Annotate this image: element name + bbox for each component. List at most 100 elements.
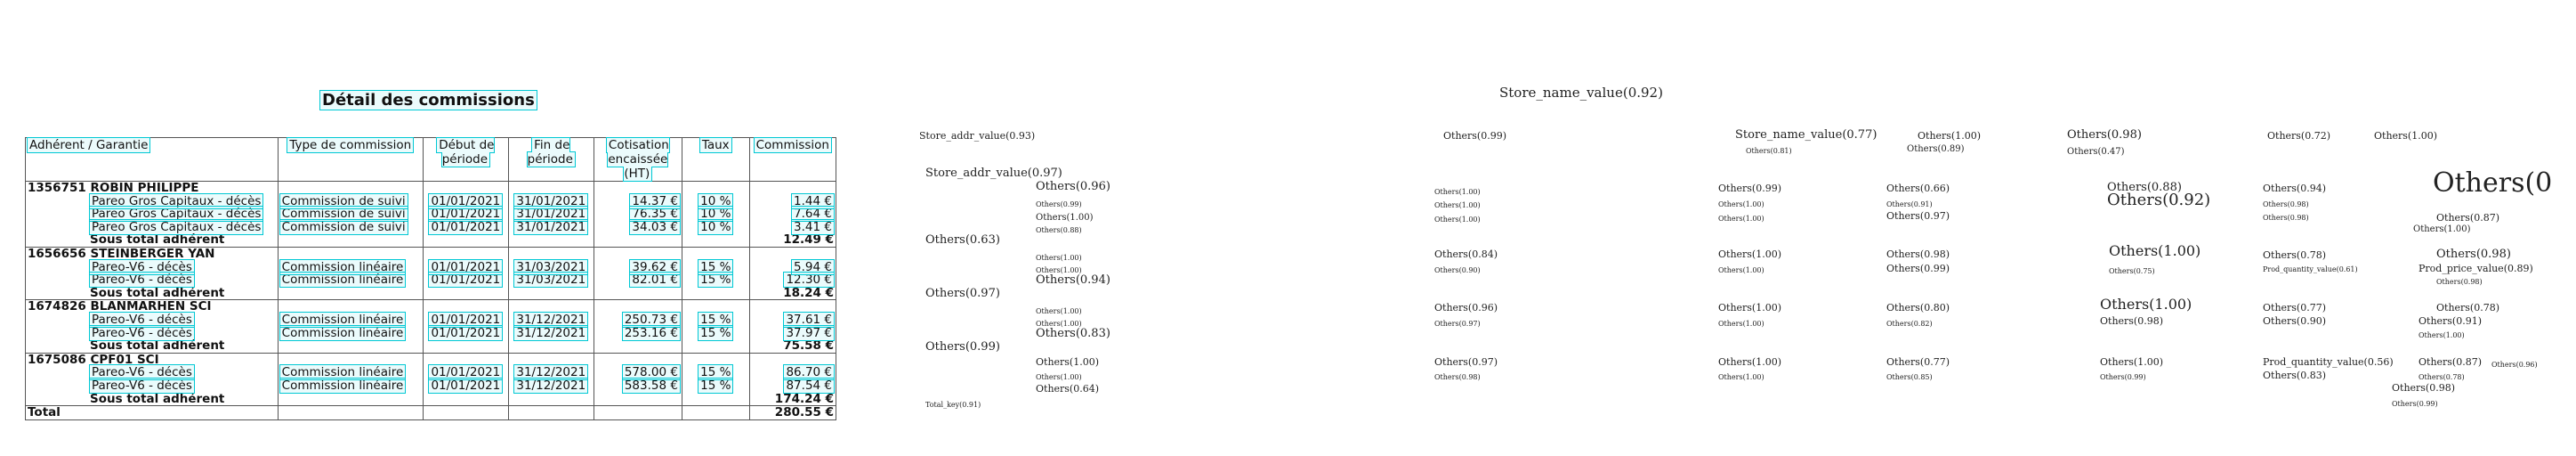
prediction-label: Prod_price_value(0.89) (2419, 263, 2533, 274)
prediction-label: Others(0.80) (1886, 302, 1950, 314)
prediction-label: Others(0.98) (1886, 248, 1950, 260)
prediction-label: Others(0.96) (2491, 361, 2538, 369)
prediction-label: Others(0.78) (2419, 373, 2465, 381)
subtotal-row: Sous total adhérent 75.58 € (25, 339, 837, 354)
empty-cell (593, 233, 682, 248)
empty-cell (681, 181, 750, 195)
prediction-label: Others(0.88) (1036, 226, 1082, 234)
empty-cell (422, 181, 509, 195)
table-cell: 37.61 € (748, 311, 837, 328)
subtotal-value: 174.24 € (748, 392, 837, 407)
subtotal-row: Sous total adhérent 174.24 € (25, 392, 837, 407)
prediction-label: Others(0.64) (1036, 383, 1100, 395)
prediction-label: Others(0.99) (2392, 400, 2438, 408)
member-name: 1674826 BLANMARHEN SCI (25, 299, 279, 314)
empty-cell (277, 233, 424, 248)
column-header-label: Type de commission (287, 137, 415, 153)
prediction-label: Others(1.00) (1718, 302, 1782, 314)
cell-value: 01/01/2021 (428, 324, 504, 341)
empty-cell (277, 286, 424, 301)
cell-value: Commission linéaire (279, 364, 407, 381)
prediction-label: Store_name_value(0.92) (1499, 85, 1663, 101)
prediction-label: Others(1.00) (1434, 188, 1481, 196)
cell-value: 10 % (698, 218, 734, 235)
cell-value: 578.00 € (621, 364, 681, 381)
table-cell: 578.00 € (593, 364, 682, 381)
table-cell: Commission linéaire (277, 258, 424, 275)
prediction-label: Others(1.00) (1434, 216, 1481, 224)
prediction-label: Others(1.00) (1718, 266, 1764, 274)
table-cell: 14.37 € (593, 192, 682, 209)
member-row: 1656656 STEINBERGER YAN (25, 247, 837, 261)
table-cell: 34.03 € (593, 218, 682, 235)
table-header-row: Adhérent / Garantie Type de commission Déb… (25, 137, 837, 182)
table-cell: 583.58 € (593, 377, 682, 394)
empty-cell (681, 405, 750, 420)
subtotal-label: Sous total adhérent (25, 233, 279, 248)
prediction-label: Total_key(0.91) (925, 401, 981, 409)
prediction-label: Others(1.00) (1036, 254, 1082, 262)
member-row: 1356751 ROBIN PHILIPPE (25, 181, 837, 195)
empty-cell (593, 286, 682, 301)
table-row: Pareo-V6 - décès Commission linéaire 01/01… (25, 258, 837, 275)
prediction-label: Others(1.00) (1718, 248, 1782, 260)
empty-cell (681, 233, 750, 248)
table-cell: Pareo Gros Capitaux - décès (25, 192, 279, 209)
table-cell: 253.16 € (593, 324, 682, 341)
prediction-label: Others(1.00) (2413, 224, 2471, 234)
table-cell: Pareo-V6 - décès (25, 324, 279, 341)
prediction-label: Others(0.77) (1886, 356, 1950, 368)
table-cell: Pareo Gros Capitaux - décès (25, 206, 279, 223)
column-header-label: Cotisation encaissée (HT) (605, 137, 670, 182)
cell-value: Pareo-V6 - décès (89, 377, 195, 394)
prediction-label: Others(1.00) (1718, 200, 1764, 208)
prediction-label: Others(0.97) (925, 287, 1000, 300)
prediction-label: Others(0.89) (1907, 144, 1965, 154)
prediction-label: Others(1.00) (1036, 356, 1100, 368)
table-cell: 31/12/2021 (507, 364, 594, 381)
cell-value: 76.35 € (629, 206, 681, 223)
table-cell: Pareo Gros Capitaux - décès (25, 218, 279, 235)
prediction-label: Others(0.96) (1036, 180, 1110, 193)
prediction-label: Prod_quantity_value(0.61) (2263, 265, 2358, 273)
table-cell: 1.44 € (748, 192, 837, 209)
table-cell: 10 % (681, 218, 750, 235)
cell-value: 86.70 € (783, 364, 835, 381)
member-row: 1674826 BLANMARHEN SCI (25, 299, 837, 314)
prediction-label: Others(0.75) (2109, 267, 2155, 275)
cell-value: 34.03 € (629, 218, 681, 235)
cell-value: 31/03/2021 (513, 272, 589, 289)
empty-cell (748, 181, 837, 195)
column-header: Commission (748, 137, 837, 182)
column-header: Début de période (422, 137, 509, 182)
subtotal-label: Sous total adhérent (25, 339, 279, 354)
prediction-label: Others(0.99) (925, 340, 1000, 354)
prediction-label: Others(0.98) (2436, 278, 2483, 286)
prediction-label: Others(0.82) (1886, 320, 1933, 328)
prediction-label: Others(0.47) (2067, 147, 2125, 157)
prediction-label: Others(1.00) (1036, 213, 1094, 223)
table-cell: Commission de suivi (277, 192, 424, 209)
column-header-label: Commission (753, 137, 832, 153)
prediction-label: Others(1.00) (1434, 201, 1481, 209)
prediction-label: Others(0.98) (1434, 373, 1481, 381)
cell-value: 583.58 € (621, 377, 681, 394)
prediction-label: Others(0.85) (1886, 373, 1933, 381)
column-header: Cotisation encaissée (HT) (593, 137, 682, 182)
prediction-label: Others(0.94) (2263, 183, 2327, 194)
member-name: 1656656 STEINBERGER YAN (25, 247, 279, 261)
table-cell: Pareo-V6 - décès (25, 272, 279, 289)
empty-cell (277, 339, 424, 354)
empty-cell (507, 392, 594, 407)
prediction-label: Others(0.98) (2067, 128, 2142, 142)
prediction-label: Prod_quantity_value(0.56) (2263, 356, 2394, 368)
cell-value: Commission de suivi (279, 206, 408, 223)
table-cell: Commission de suivi (277, 206, 424, 223)
empty-cell (507, 299, 594, 314)
cell-value: 253.16 € (621, 324, 681, 341)
column-header: Adhérent / Garantie (25, 137, 279, 182)
table-cell: 15 % (681, 377, 750, 394)
cell-value: 01/01/2021 (428, 364, 504, 381)
prediction-label: Others(0.92) (2107, 191, 2211, 209)
table-cell: Pareo-V6 - décès (25, 258, 279, 275)
